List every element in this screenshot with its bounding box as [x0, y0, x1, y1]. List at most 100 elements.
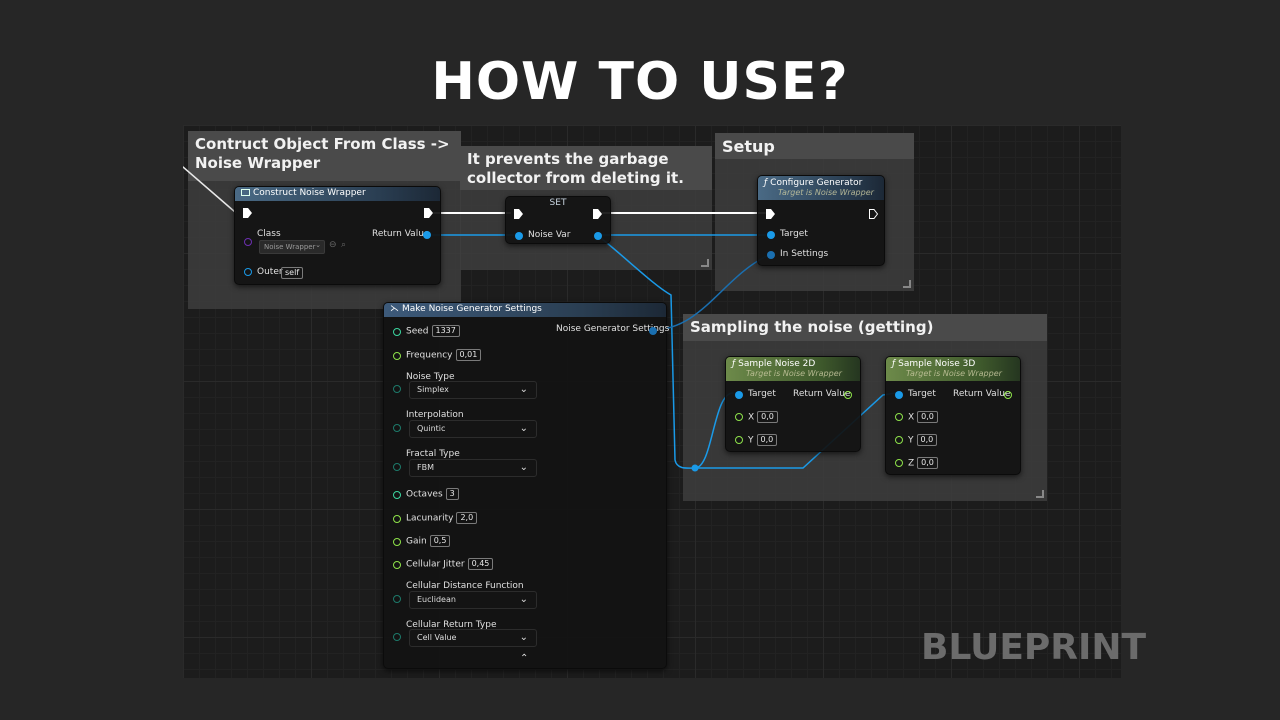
y-pin[interactable] [735, 436, 743, 444]
outer-value[interactable]: self [281, 267, 304, 279]
return-value-pin[interactable] [423, 231, 431, 239]
function-icon: ƒ [764, 178, 768, 188]
make-noise-settings-node[interactable]: ⋋ Make Noise Generator Settings Noise Gen… [383, 302, 669, 669]
octaves-pin[interactable] [393, 491, 401, 499]
noise-type-value: Simplex [417, 385, 449, 394]
interpolation-value: Quintic [417, 424, 446, 433]
x-value[interactable]: 0,0 [757, 411, 778, 423]
return-value-label: Return Value [953, 389, 1011, 399]
sample-noise-3d-node[interactable]: ƒ Sample Noise 3D Target is Noise Wrapper… [885, 356, 1021, 475]
noise-var-out-pin[interactable] [594, 232, 602, 240]
cellular-jitter-value[interactable]: 0,45 [467, 558, 494, 570]
x-label: X 0,0 [908, 411, 938, 423]
x-pin[interactable] [895, 413, 903, 421]
exec-in-pin[interactable] [243, 208, 252, 218]
y-label: Y 0,0 [748, 434, 778, 446]
search-icon[interactable]: ⌕ [341, 240, 346, 250]
target-pin[interactable] [767, 231, 775, 239]
noise-var-in-pin[interactable] [515, 232, 523, 240]
set-node[interactable]: SET Noise Var [505, 196, 611, 244]
chevron-down-icon: ⌄ [519, 462, 528, 473]
set-node-title: SET [549, 198, 567, 208]
outer-label: Outer [257, 267, 283, 277]
gain-label: Gain 0,5 [406, 535, 451, 547]
exec-out-pin[interactable] [424, 208, 433, 218]
chevron-down-icon: ⌄ [519, 423, 528, 434]
interpolation-pin[interactable] [393, 424, 401, 432]
z-value[interactable]: 0,0 [917, 457, 938, 469]
y-value[interactable]: 0,0 [916, 434, 938, 446]
browse-icon[interactable]: ⊖ [329, 240, 337, 250]
noise-type-dropdown[interactable]: Simplex ⌄ [409, 381, 537, 399]
return-value-pin[interactable] [844, 391, 852, 399]
blueprint-graph[interactable]: Contruct Object From Class -> Noise Wrap… [183, 125, 1121, 678]
sample2d-node-title: Sample Noise 2D [738, 359, 816, 369]
construct-node-title: Construct Noise Wrapper [253, 188, 366, 198]
x-pin[interactable] [735, 413, 743, 421]
gain-value[interactable]: 0,5 [429, 535, 451, 547]
construct-icon [241, 189, 250, 196]
return-value-label: Return Value [793, 389, 851, 399]
chevron-down-icon: ⌄ [519, 594, 528, 605]
fractal-type-pin[interactable] [393, 463, 401, 471]
return-value-label: Return Value [372, 229, 430, 239]
configure-node-title: Configure Generator [770, 178, 863, 188]
make-node-header[interactable]: ⋋ Make Noise Generator Settings [384, 303, 666, 317]
class-pin[interactable] [244, 238, 252, 246]
cellular-distance-pin[interactable] [393, 595, 401, 603]
return-value-pin[interactable] [1004, 391, 1012, 399]
cellular-return-type-pin[interactable] [393, 633, 401, 641]
y-pin[interactable] [895, 436, 903, 444]
collapse-chevron-up-icon[interactable]: ⌃ [520, 653, 528, 664]
x-value[interactable]: 0,0 [917, 411, 938, 423]
in-settings-label: In Settings [780, 249, 829, 259]
cellular-distance-value: Euclidean [417, 595, 456, 604]
configure-generator-node[interactable]: ƒ Configure Generator Target is Noise Wra… [757, 175, 885, 266]
configure-node-header[interactable]: ƒ Configure Generator Target is Noise Wra… [758, 176, 884, 200]
lacunarity-value[interactable]: 2,0 [456, 512, 478, 524]
interpolation-dropdown[interactable]: Quintic ⌄ [409, 420, 537, 438]
target-pin[interactable] [735, 391, 743, 399]
outer-pin[interactable] [244, 268, 252, 276]
sample2d-node-subtitle: Target is Noise Wrapper [746, 369, 842, 378]
construct-noise-wrapper-node[interactable]: Construct Noise Wrapper Class Noise Wrap… [234, 186, 441, 285]
fractal-type-value: FBM [417, 463, 434, 472]
settings-output-pin[interactable] [649, 327, 657, 335]
blueprint-watermark: BLUEPRINT [921, 627, 1147, 668]
cellular-return-type-value: Cell Value [417, 633, 457, 642]
cellular-distance-dropdown[interactable]: Euclidean ⌄ [409, 591, 537, 609]
gain-pin[interactable] [393, 538, 401, 546]
frequency-value[interactable]: 0,01 [455, 349, 482, 361]
noise-type-pin[interactable] [393, 385, 401, 393]
frequency-pin[interactable] [393, 352, 401, 360]
class-dropdown[interactable]: Noise Wrapper ⌄ [259, 240, 325, 254]
frequency-label: Frequency 0,01 [406, 349, 482, 361]
octaves-label: Octaves 3 [406, 488, 459, 500]
fractal-type-dropdown[interactable]: FBM ⌄ [409, 459, 537, 477]
cellular-jitter-label: Cellular Jitter 0,45 [406, 558, 494, 570]
seed-pin[interactable] [393, 328, 401, 336]
y-value[interactable]: 0,0 [756, 434, 778, 446]
construct-node-header[interactable]: Construct Noise Wrapper [235, 187, 440, 201]
sample3d-node-title: Sample Noise 3D [898, 359, 976, 369]
fractal-type-label: Fractal Type [406, 449, 460, 459]
in-settings-pin[interactable] [767, 251, 775, 259]
sample3d-node-header[interactable]: ƒ Sample Noise 3D Target is Noise Wrapper [886, 357, 1020, 381]
reroute-node [691, 464, 699, 472]
y-label: Y 0,0 [908, 434, 938, 446]
lacunarity-pin[interactable] [393, 515, 401, 523]
seed-value[interactable]: 1337 [431, 325, 460, 337]
sample2d-node-header[interactable]: ƒ Sample Noise 2D Target is Noise Wrapper [726, 357, 860, 381]
cellular-return-type-dropdown[interactable]: Cell Value ⌄ [409, 629, 537, 647]
exec-in-pin[interactable] [766, 209, 775, 219]
octaves-value[interactable]: 3 [445, 488, 459, 500]
sample-noise-2d-node[interactable]: ƒ Sample Noise 2D Target is Noise Wrapper… [725, 356, 861, 452]
target-label: Target [748, 389, 776, 399]
z-pin[interactable] [895, 459, 903, 467]
exec-in-pin[interactable] [514, 209, 523, 219]
target-pin[interactable] [895, 391, 903, 399]
exec-out-pin[interactable] [869, 209, 878, 219]
exec-out-pin[interactable] [593, 209, 602, 219]
cellular-jitter-pin[interactable] [393, 561, 401, 569]
sample3d-node-subtitle: Target is Noise Wrapper [906, 369, 1002, 378]
